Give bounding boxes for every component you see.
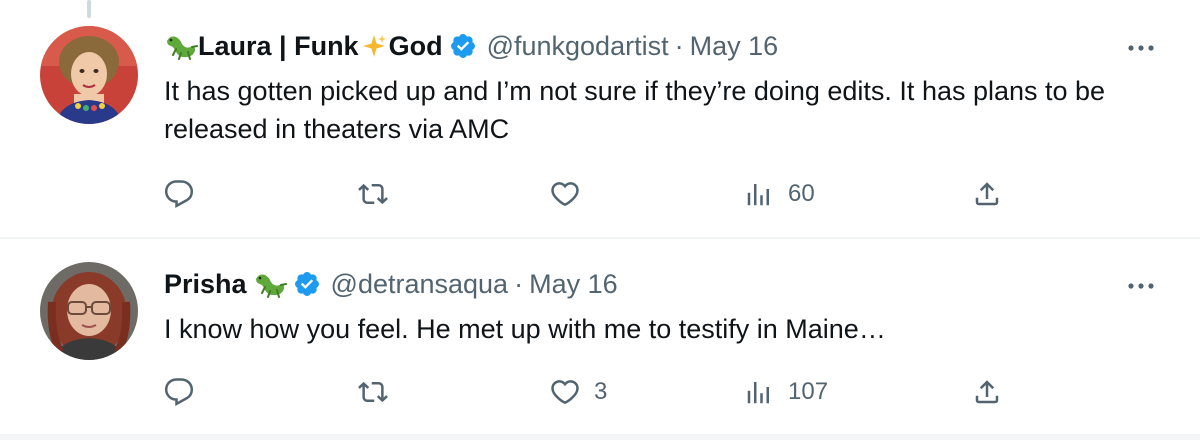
user-handle[interactable]: @funkgodartist xyxy=(487,31,669,62)
like-button[interactable] xyxy=(550,174,594,214)
share-icon xyxy=(975,380,999,404)
reply-icon xyxy=(164,378,194,406)
tweet-header: Prisha @detransaqua · May 16 xyxy=(164,266,618,302)
reply-button[interactable] xyxy=(164,174,208,214)
heart-icon xyxy=(551,182,579,206)
share-icon xyxy=(975,182,999,206)
separator-dot: · xyxy=(514,268,524,299)
views-count: 107 xyxy=(788,378,829,405)
tweet-item[interactable]: Prisha @detransaqua · May 16 I know how … xyxy=(0,238,1200,438)
avatar[interactable] xyxy=(40,26,138,124)
retweet-icon xyxy=(358,381,388,403)
tweet-actions: 3 107 xyxy=(164,372,1014,412)
like-button[interactable]: 3 xyxy=(550,372,607,412)
views-button[interactable]: 60 xyxy=(744,174,815,214)
avatar-image-prisha xyxy=(40,262,138,360)
like-count: 3 xyxy=(594,378,608,405)
avatar-image-laura xyxy=(40,26,138,124)
lizard-icon xyxy=(167,36,198,60)
lizard-icon xyxy=(255,274,287,298)
tweet-item[interactable]: Laura | Funk God @funkgodartist · May 16… xyxy=(0,0,1200,238)
reply-icon xyxy=(164,180,194,208)
separator-dot: · xyxy=(674,30,684,61)
display-name[interactable]: Laura | Funk xyxy=(198,31,359,62)
verified-badge-icon[interactable] xyxy=(449,32,477,60)
display-name-suffix[interactable]: God xyxy=(389,31,443,62)
heart-icon xyxy=(551,380,579,404)
tweet-actions: 60 xyxy=(164,174,1014,214)
views-button[interactable]: 107 xyxy=(744,372,828,412)
sparkle-icon xyxy=(362,35,386,57)
tweet-text: I know how you feel. He met up with me t… xyxy=(164,314,886,344)
tweet-text: It has gotten picked up and I’m not sure… xyxy=(164,76,1106,144)
tweet-date[interactable]: May 16 xyxy=(690,31,779,62)
retweet-button[interactable] xyxy=(358,174,402,214)
views-chart-icon xyxy=(747,184,769,206)
more-options-icon[interactable] xyxy=(1126,43,1156,53)
avatar[interactable] xyxy=(40,262,138,360)
share-button[interactable] xyxy=(972,174,1002,214)
more-options-icon[interactable] xyxy=(1126,281,1156,291)
share-button[interactable] xyxy=(972,372,1002,412)
views-chart-icon xyxy=(747,382,769,404)
reply-button[interactable] xyxy=(164,372,208,412)
retweet-button[interactable] xyxy=(358,372,402,412)
views-count: 60 xyxy=(788,180,815,207)
user-handle[interactable]: @detransaqua xyxy=(331,269,509,300)
retweet-icon xyxy=(358,183,388,205)
tweet-divider xyxy=(0,434,1200,440)
display-name[interactable]: Prisha xyxy=(164,269,247,300)
tweet-header: Laura | Funk God @funkgodartist · May 16 xyxy=(164,28,778,64)
verified-badge-icon[interactable] xyxy=(293,270,321,298)
tweet-date[interactable]: May 16 xyxy=(529,269,618,300)
